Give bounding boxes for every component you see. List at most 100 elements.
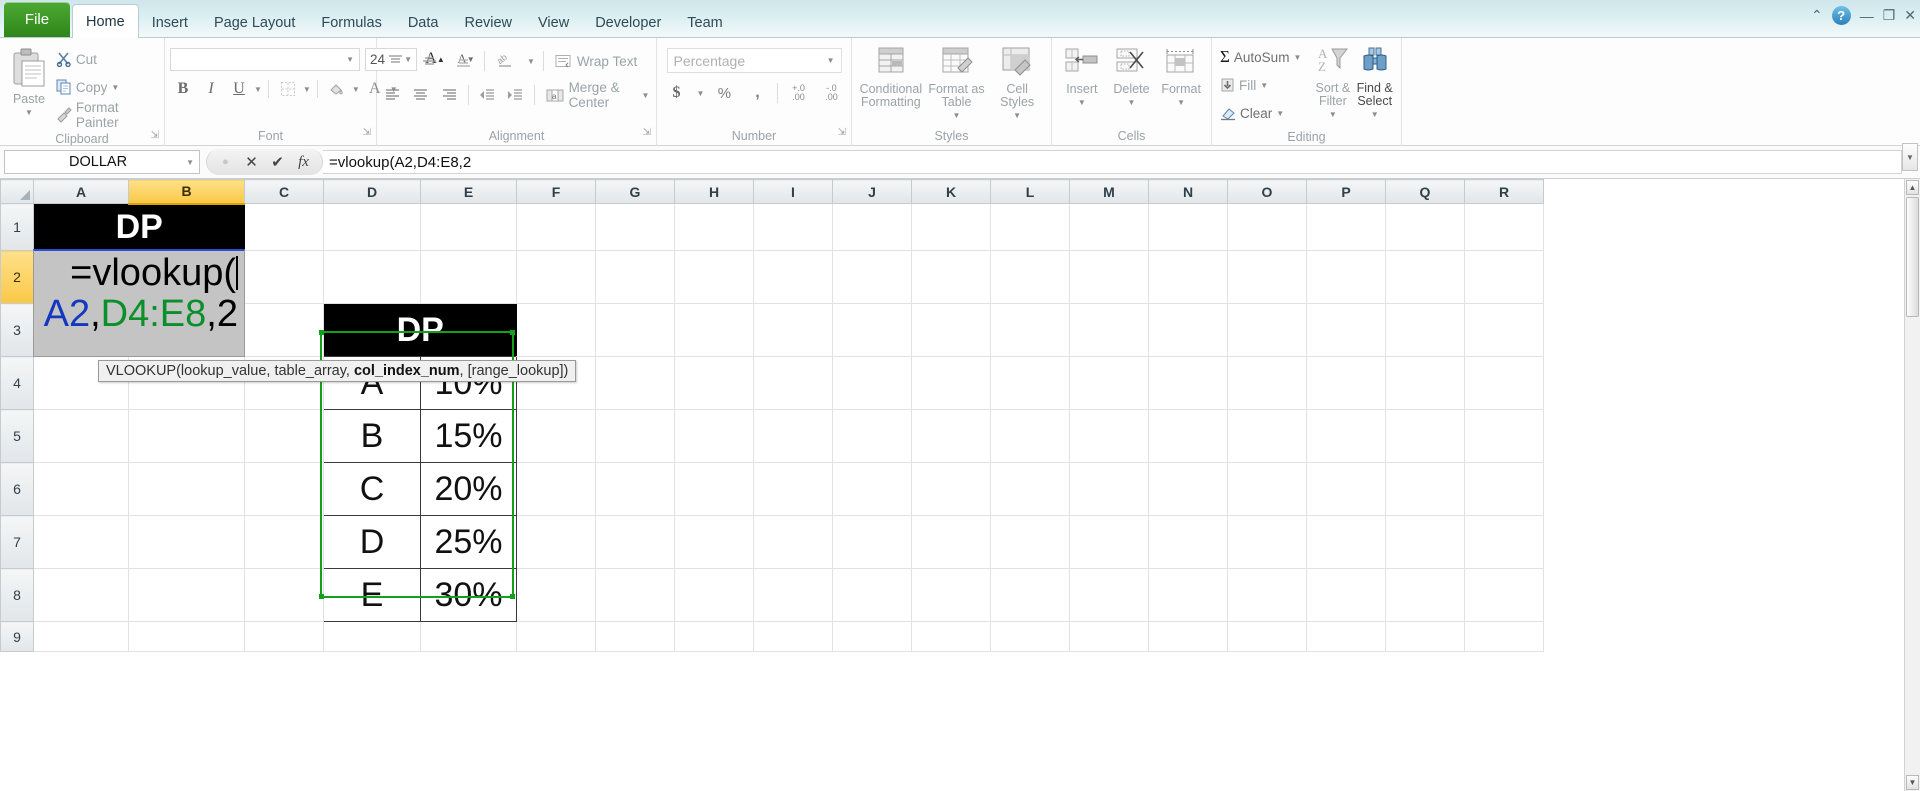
fill-color-icon[interactable]: [324, 76, 350, 102]
cell-N3[interactable]: [1148, 303, 1228, 357]
clear-button[interactable]: Clear ▼: [1217, 99, 1304, 127]
bold-button[interactable]: B: [170, 76, 196, 102]
cell-K1[interactable]: [911, 203, 991, 251]
cell-M8[interactable]: [1069, 568, 1149, 622]
cell-O4[interactable]: [1227, 356, 1307, 410]
scroll-up-button[interactable]: ▲: [1906, 180, 1919, 195]
cell-O8[interactable]: [1227, 568, 1307, 622]
cell-K4[interactable]: [911, 356, 991, 410]
cell-R1[interactable]: [1464, 203, 1544, 251]
copy-button[interactable]: Copy ▼: [53, 73, 159, 101]
find-select-dropdown-icon[interactable]: ▼: [1371, 108, 1379, 121]
cell-K8[interactable]: [911, 568, 991, 622]
cell-R3[interactable]: [1464, 303, 1544, 357]
delete-cells-dropdown-icon[interactable]: ▼: [1128, 96, 1136, 109]
column-header-h[interactable]: H: [674, 179, 754, 204]
cell-B5[interactable]: [128, 409, 245, 463]
cell-J4[interactable]: [832, 356, 912, 410]
cell-E1[interactable]: [420, 203, 517, 251]
merge-center-dropdown-icon[interactable]: ▼: [642, 91, 650, 100]
sort-filter-dropdown-icon[interactable]: ▼: [1329, 108, 1337, 121]
cell-L2[interactable]: [990, 250, 1070, 304]
row-header-3[interactable]: 3: [0, 303, 34, 357]
font-dialog-launcher[interactable]: ⇲: [363, 123, 371, 143]
column-header-i[interactable]: I: [753, 179, 833, 204]
cell-E8[interactable]: 30%: [420, 568, 517, 622]
copy-dropdown-icon[interactable]: ▼: [111, 83, 119, 92]
cell-A7[interactable]: [33, 515, 129, 569]
cell-E3[interactable]: DP: [323, 303, 517, 357]
increase-indent-icon[interactable]: [505, 82, 526, 108]
cell-H2[interactable]: [674, 250, 754, 304]
cell-L4[interactable]: [990, 356, 1070, 410]
cell-Q8[interactable]: [1385, 568, 1465, 622]
cell-M7[interactable]: [1069, 515, 1149, 569]
underline-dropdown-icon[interactable]: ▼: [254, 85, 262, 94]
column-header-p[interactable]: P: [1306, 179, 1386, 204]
cell-I8[interactable]: [753, 568, 833, 622]
cell-Q7[interactable]: [1385, 515, 1465, 569]
cell-P9[interactable]: [1306, 621, 1386, 652]
cell-M2[interactable]: [1069, 250, 1149, 304]
cell-L8[interactable]: [990, 568, 1070, 622]
cell-B7[interactable]: [128, 515, 245, 569]
tab-developer[interactable]: Developer: [582, 7, 674, 38]
cell-N1[interactable]: [1148, 203, 1228, 251]
borders-icon[interactable]: [275, 76, 301, 102]
tab-formulas[interactable]: Formulas: [308, 7, 394, 38]
cell-A9[interactable]: [33, 621, 129, 652]
cell-J9[interactable]: [832, 621, 912, 652]
format-painter-button[interactable]: Format Painter: [53, 100, 159, 130]
cell-I5[interactable]: [753, 409, 833, 463]
cell-C6[interactable]: [244, 462, 324, 516]
cell-D5[interactable]: B: [323, 409, 421, 463]
cell-J3[interactable]: [832, 303, 912, 357]
cell-O2[interactable]: [1227, 250, 1307, 304]
cell-R6[interactable]: [1464, 462, 1544, 516]
cell-H1[interactable]: [674, 203, 754, 251]
row-header-9[interactable]: 9: [0, 621, 34, 652]
number-format-dropdown[interactable]: Percentage ▼: [666, 48, 842, 73]
cell-F6[interactable]: [516, 462, 596, 516]
find-select-button[interactable]: Find & Select ▼: [1353, 43, 1396, 121]
alignment-dialog-launcher[interactable]: ⇲: [643, 123, 651, 143]
column-header-n[interactable]: N: [1148, 179, 1228, 204]
file-tab[interactable]: File: [4, 2, 70, 37]
cell-Q2[interactable]: [1385, 250, 1465, 304]
cell-L3[interactable]: [990, 303, 1070, 357]
number-format-dropdown-icon[interactable]: ▼: [827, 56, 835, 65]
align-left-icon[interactable]: [382, 82, 403, 108]
help-icon[interactable]: ?: [1831, 6, 1851, 25]
merge-center-button[interactable]: a Merge & Center ▼: [543, 80, 653, 110]
accounting-format-icon[interactable]: $: [664, 80, 690, 106]
cell-N4[interactable]: [1148, 356, 1228, 410]
restore-icon[interactable]: ❐: [1883, 7, 1896, 24]
cell-F3[interactable]: [516, 303, 596, 357]
tab-data[interactable]: Data: [395, 7, 452, 38]
cell-I2[interactable]: [753, 250, 833, 304]
cell-F7[interactable]: [516, 515, 596, 569]
cell-J2[interactable]: [832, 250, 912, 304]
row-header-5[interactable]: 5: [0, 409, 34, 463]
cell-E6[interactable]: 20%: [420, 462, 517, 516]
formula-input[interactable]: =vlookup(A2,D4:E8,2: [323, 150, 1902, 174]
cell-L9[interactable]: [990, 621, 1070, 652]
cell-O7[interactable]: [1227, 515, 1307, 569]
sort-filter-button[interactable]: A Z Sort & Filter ▼: [1312, 43, 1353, 121]
cell-D9[interactable]: [323, 621, 421, 652]
cell-L6[interactable]: [990, 462, 1070, 516]
row-header-1[interactable]: 1: [0, 203, 34, 251]
cell-B9[interactable]: [128, 621, 245, 652]
cell-D1[interactable]: [323, 203, 421, 251]
enter-formula-icon[interactable]: ✔: [269, 153, 286, 171]
format-cells-dropdown-icon[interactable]: ▼: [1177, 96, 1185, 109]
minimize-ribbon-icon[interactable]: ⌃: [1811, 7, 1823, 24]
cell-R5[interactable]: [1464, 409, 1544, 463]
cell-M1[interactable]: [1069, 203, 1149, 251]
cell-N2[interactable]: [1148, 250, 1228, 304]
decrease-indent-icon[interactable]: [477, 82, 498, 108]
cell-I1[interactable]: [753, 203, 833, 251]
cell-K3[interactable]: [911, 303, 991, 357]
cell-C8[interactable]: [244, 568, 324, 622]
column-header-f[interactable]: F: [516, 179, 596, 204]
